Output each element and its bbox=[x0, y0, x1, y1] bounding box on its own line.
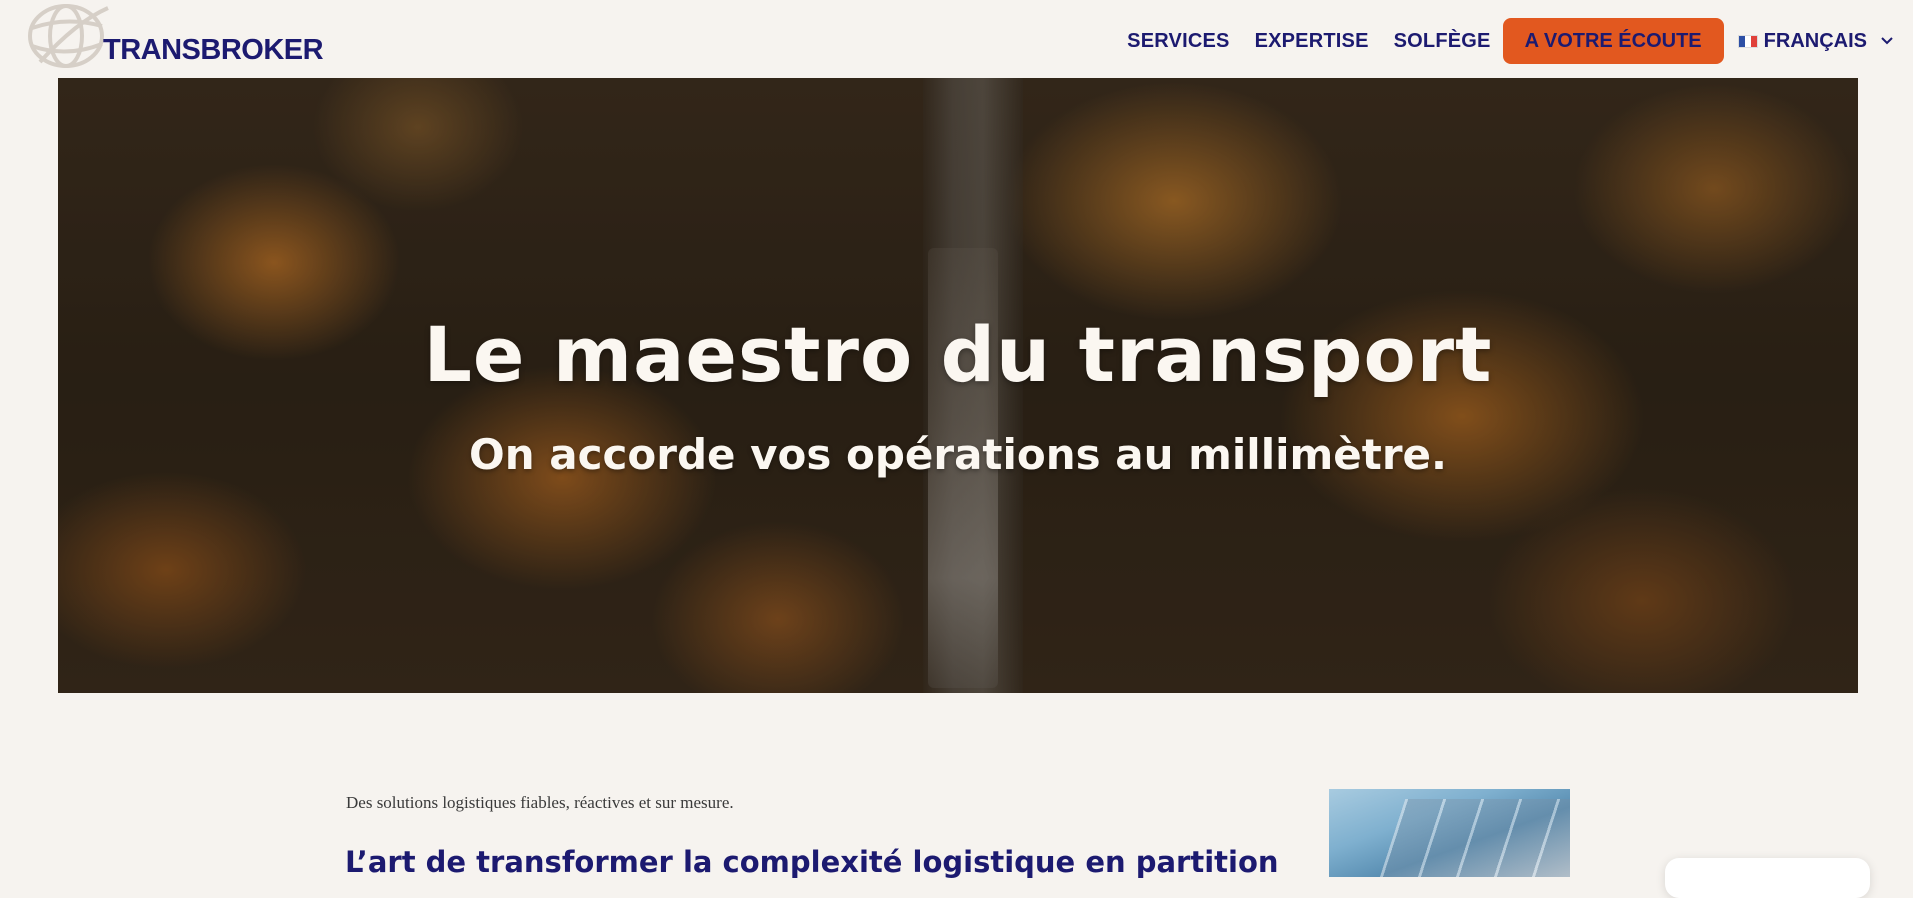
contact-cta-button[interactable]: A VOTRE ÉCOUTE bbox=[1502, 18, 1724, 64]
globe-icon bbox=[28, 4, 109, 68]
language-label: FRANÇAIS bbox=[1763, 29, 1867, 52]
brand-logo[interactable]: TRANSBROKER bbox=[26, 2, 346, 72]
nav-services[interactable]: SERVICES bbox=[1127, 30, 1229, 53]
nav-expertise[interactable]: EXPERTISE bbox=[1255, 30, 1369, 53]
main-nav: SERVICES EXPERTISE SOLFÈGE A VOTRE ÉCOUT… bbox=[1127, 18, 1893, 64]
language-selector[interactable]: FRANÇAIS bbox=[1737, 29, 1893, 53]
chevron-down-icon bbox=[1881, 37, 1893, 45]
brand-name: TRANSBROKER bbox=[103, 34, 324, 66]
intro-heading: L’art de transformer la complexité logis… bbox=[345, 845, 1279, 879]
france-flag-icon bbox=[1737, 34, 1758, 48]
building-image bbox=[1329, 789, 1570, 877]
intro-tagline: Des solutions logistiques fiables, réact… bbox=[346, 793, 734, 812]
chat-widget[interactable] bbox=[1665, 858, 1870, 898]
hero-banner: Le maestro du transport On accorde vos o… bbox=[58, 78, 1858, 693]
nav-solfege[interactable]: SOLFÈGE bbox=[1394, 30, 1491, 53]
site-header: TRANSBROKER SERVICES EXPERTISE SOLFÈGE A… bbox=[0, 0, 1913, 78]
building-glass bbox=[1372, 799, 1570, 877]
hero-title: Le maestro du transport bbox=[423, 310, 1493, 399]
hero-subtitle: On accorde vos opérations au millimètre. bbox=[469, 430, 1447, 479]
